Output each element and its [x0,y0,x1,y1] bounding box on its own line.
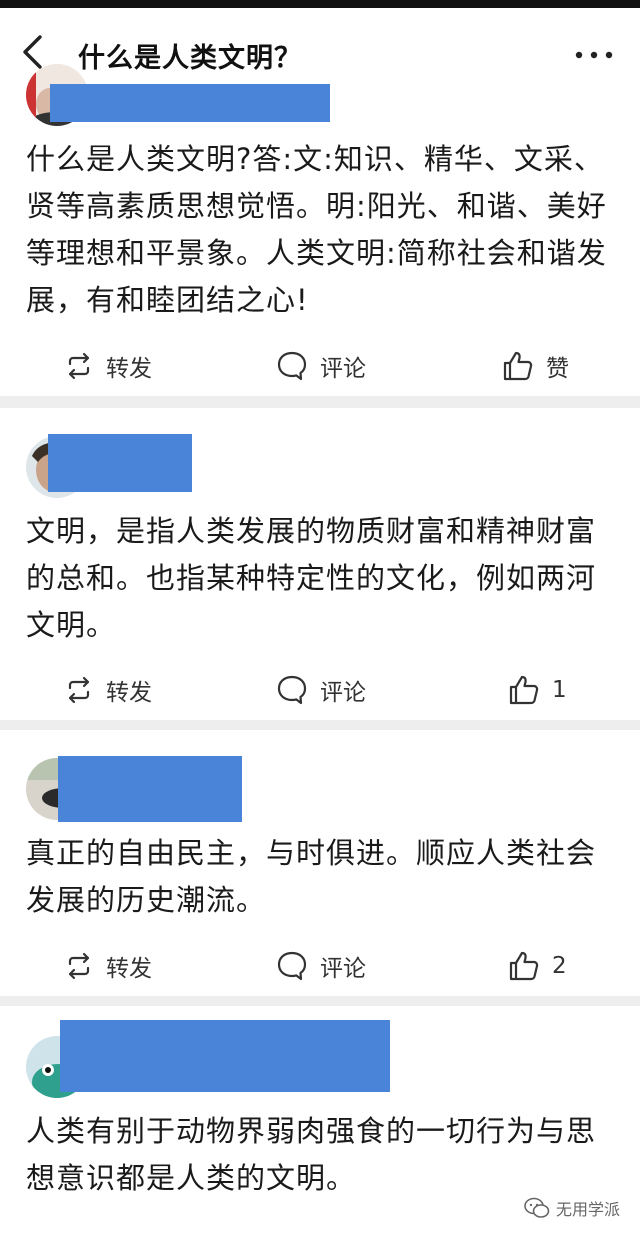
comment-label: 评论 [320,956,366,982]
comment-button[interactable]: 评论 [276,946,366,986]
repost-label: 转发 [106,356,152,382]
comment-icon [277,675,307,705]
username-redacted [50,84,330,122]
username-redacted [60,1020,390,1092]
post-card: 什么是人类文明?答:文:知识、精华、文采、贤等高素质思想觉悟。明:阳光、和谐、美… [0,64,640,396]
like-label: 赞 [546,356,569,382]
like-button[interactable]: 2 [508,946,567,986]
comment-icon [277,951,307,981]
comment-button[interactable]: 评论 [276,670,366,710]
comment-icon [277,351,307,381]
top-bar: 什么是人类文明？ [0,0,640,84]
more-button[interactable] [574,46,614,59]
post-card: 真正的自由民主，与时俱进。顺应人类社会发展的历史潮流。 转发 评论 2 [0,730,640,996]
post-content: 什么是人类文明?答:文:知识、精华、文采、贤等高素质思想觉悟。明:阳光、和谐、美… [26,142,607,317]
more-dots-icon [575,51,613,59]
watermark-text: 无用学派 [555,1200,620,1219]
comment-button[interactable]: 评论 [276,346,366,386]
wechat-icon [524,1197,550,1218]
repost-icon [68,676,90,704]
post-content: 真正的自由民主，与时俱进。顺应人类社会发展的历史潮流。 [26,836,597,917]
chevron-left-icon [23,35,42,69]
thumbs-up-icon [509,951,539,981]
thumbs-up-icon [509,675,539,705]
repost-button[interactable]: 转发 [64,346,152,386]
like-button[interactable]: 1 [508,670,567,710]
back-button[interactable] [20,34,48,70]
comment-label: 评论 [320,356,366,382]
watermark: 无用学派 [524,1196,620,1220]
post-content: 文明，是指人类发展的物质财富和精神财富的总和。也指某种特定性的文化，例如两河文明… [26,514,597,642]
like-button[interactable]: 赞 [502,346,569,386]
username-redacted [58,756,242,822]
post-content: 人类有别于动物界弱肉强食的一切行为与思想意识都是人类的文明。 [26,1114,597,1195]
repost-label: 转发 [106,680,152,706]
post-actions: 转发 评论 赞 [0,346,640,386]
page-title: 什么是人类文明？ [78,43,302,74]
repost-icon [68,352,90,380]
thumbs-up-icon [503,351,533,381]
like-count: 1 [552,677,567,703]
post-actions: 转发 评论 2 [0,946,640,986]
repost-icon [68,952,90,980]
post-actions: 转发 评论 1 [0,670,640,710]
like-count: 2 [552,953,567,979]
post-card: 文明，是指人类发展的物质财富和精神财富的总和。也指某种特定性的文化，例如两河文明… [0,408,640,720]
repost-label: 转发 [106,956,152,982]
comment-label: 评论 [320,680,366,706]
repost-button[interactable]: 转发 [64,670,152,710]
username-redacted [48,434,192,492]
repost-button[interactable]: 转发 [64,946,152,986]
